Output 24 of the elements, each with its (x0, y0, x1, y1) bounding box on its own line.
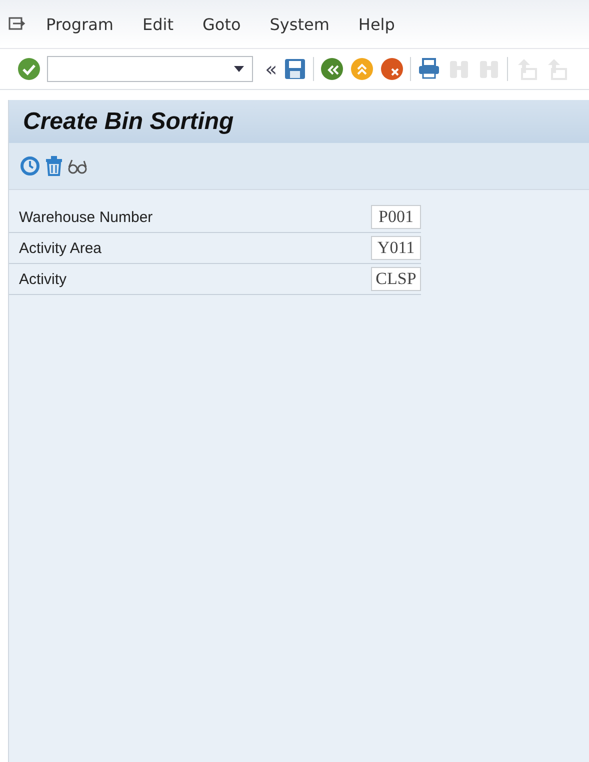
field-label: Warehouse Number (19, 208, 153, 226)
check-icon[interactable] (17, 57, 41, 81)
back-icon[interactable] (320, 57, 344, 81)
input-field[interactable]: P001 (371, 205, 421, 229)
screen-title: Create Bin Sorting (23, 108, 234, 136)
input-field[interactable]: CLSP (371, 267, 421, 291)
menu-item[interactable]: Goto (202, 14, 241, 34)
save-icon[interactable] (283, 57, 308, 81)
field-label: Activity (19, 270, 67, 288)
collapse-button[interactable]: « (265, 59, 278, 79)
cancel-icon[interactable] (380, 57, 404, 81)
command-field[interactable] (47, 56, 253, 82)
exit-icon[interactable] (350, 57, 374, 81)
print-icon[interactable] (417, 57, 442, 81)
menu-item[interactable]: Program (46, 14, 114, 34)
menu-item[interactable]: Help (358, 14, 395, 34)
menu-item[interactable]: System (270, 14, 330, 34)
menu-icon[interactable] (8, 16, 26, 32)
menu-item[interactable]: Edit (142, 14, 174, 34)
clock-icon[interactable] (19, 155, 41, 177)
input-field[interactable]: Y011 (371, 236, 421, 260)
dropdown-icon[interactable] (234, 66, 244, 72)
trash-icon[interactable] (43, 155, 65, 177)
field-label: Activity Area (19, 240, 102, 256)
